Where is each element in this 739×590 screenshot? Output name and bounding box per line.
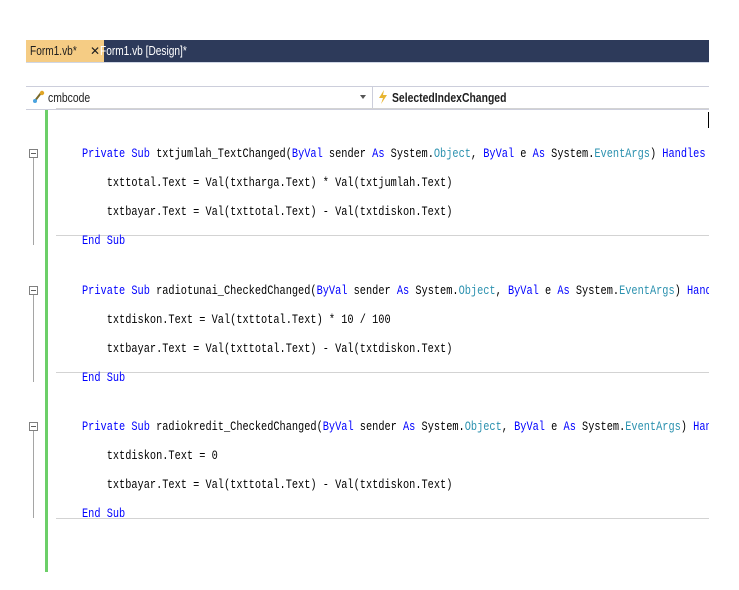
code-token: ) [649,146,663,161]
keyword-token: ByVal [514,419,545,434]
code-token: e [538,283,558,298]
code-line[interactable]: txtbayar.Text = Val(txttotal.Text) - Val… [82,475,453,495]
changed-lines-margin [45,110,48,572]
code-token: sender [322,146,373,161]
code-token: System. [575,419,626,434]
code-text-area[interactable]: Private Sub txtjumlah_TextChanged(ByVal … [26,108,709,572]
code-token: e [544,419,564,434]
navigation-bar: cmbcode SelectedIndexChanged [26,86,709,110]
method-separator [56,372,709,373]
code-editor-window: Form1.vb* ✕ Form1.vb [Design]* cmbcode S… [26,40,709,572]
lightning-event-icon [379,90,387,104]
code-line[interactable]: txtdiskon.Text = Val(txttotal.Text) * 10… [82,310,391,330]
code-token: ) [674,283,687,298]
code-token: sender [353,419,404,434]
code-line[interactable]: End Sub [82,368,125,388]
code-token: , [470,146,484,161]
keyword-token: ByVal [291,146,323,161]
keyword-token: As [396,283,410,298]
code-token: txtbayar.Text = Val(txttotal.Text) - Val… [82,477,453,492]
control-icon [33,90,45,103]
code-token: System. [569,283,620,298]
event-dropdown[interactable]: SelectedIndexChanged [374,87,709,109]
code-token: sender [347,283,397,298]
code-token: , [501,419,515,434]
keyword-token: As [403,419,416,434]
tab-form1-design-label: Form1.vb [Design]* [100,43,187,58]
tab-form1-design[interactable]: Form1.vb [Design]* [96,40,215,62]
code-token: System. [384,146,434,161]
collapse-region-icon[interactable] [29,422,38,431]
tab-form1-vb-label: Form1.vb* [30,43,77,58]
document-tab-strip: Form1.vb* ✕ Form1.vb [Design]* [26,40,709,63]
code-token: txtbayar.Text = Val(txttotal.Text) - Val… [82,204,453,219]
keyword-token: Handles [686,283,709,298]
keyword-token: Handles [693,419,709,434]
object-dropdown-value: cmbcode [48,90,91,105]
keyword-token: As [532,146,546,161]
keyword-token: Private Sub [82,419,150,434]
method-separator [56,518,709,519]
keyword-token: End Sub [82,370,126,385]
code-token: txtjumlah. [706,146,709,161]
keyword-token: ByVal [322,419,354,434]
code-token: radiokredit_CheckedChanged( [149,419,323,434]
object-dropdown[interactable]: cmbcode [26,87,373,109]
code-line[interactable]: Private Sub radiokredit_CheckedChanged(B… [82,417,709,437]
code-token: , [495,283,508,298]
code-line[interactable]: End Sub [82,504,125,524]
outline-guide [33,295,34,382]
code-token: txtjumlah_TextChanged( [149,146,292,161]
code-token: ) [680,419,694,434]
keyword-token: As [372,146,385,161]
keyword-token: Private Sub [82,146,150,161]
code-token: System. [409,283,459,298]
keyword-token: ByVal [316,283,348,298]
code-line[interactable]: txttotal.Text = Val(txtharga.Text) * Val… [82,173,453,193]
keyword-token: As [557,283,570,298]
type-token: EventArgs [594,146,650,161]
code-token: txtdiskon.Text = 0 [82,448,218,463]
collapse-region-icon[interactable] [29,149,38,158]
collapse-region-icon[interactable] [29,286,38,295]
outline-guide [33,431,34,518]
chevron-down-icon[interactable] [360,95,366,99]
keyword-token: ByVal [507,283,539,298]
code-token: txtdiskon.Text = Val(txttotal.Text) * 10… [82,312,391,327]
keyword-token: End Sub [82,506,126,521]
type-token: EventArgs [619,283,675,298]
code-token: txtbayar.Text = Val(txttotal.Text) - Val… [82,341,453,356]
tab-form1-vb[interactable]: Form1.vb* ✕ [26,40,104,62]
type-token: EventArgs [625,419,681,434]
code-token: System. [415,419,465,434]
type-token: Object [458,283,496,298]
outline-guide [33,158,34,245]
code-line[interactable]: txtbayar.Text = Val(txttotal.Text) - Val… [82,339,453,359]
code-line[interactable]: Private Sub radiotunai_CheckedChanged(By… [82,281,709,301]
code-line[interactable]: txtdiskon.Text = 0 [82,446,218,466]
code-line[interactable]: Private Sub txtjumlah_TextChanged(ByVal … [82,144,709,164]
keyword-token: Private Sub [82,283,150,298]
method-separator [56,108,709,109]
code-token: txttotal.Text = Val(txtharga.Text) * Val… [82,175,453,190]
code-line[interactable]: txtbayar.Text = Val(txttotal.Text) - Val… [82,202,453,222]
code-line[interactable]: End Sub [82,231,125,251]
code-token: System. [545,146,595,161]
keyword-token: As [563,419,576,434]
type-token: Object [433,146,471,161]
event-dropdown-value: SelectedIndexChanged [392,90,507,105]
keyword-token: ByVal [483,146,515,161]
code-token: e [514,146,533,161]
keyword-token: End Sub [82,233,126,248]
type-token: Object [464,419,502,434]
keyword-token: Handles [662,146,706,161]
method-separator [56,235,709,236]
code-token: radiotunai_CheckedChanged( [149,283,317,298]
text-caret [708,112,709,128]
